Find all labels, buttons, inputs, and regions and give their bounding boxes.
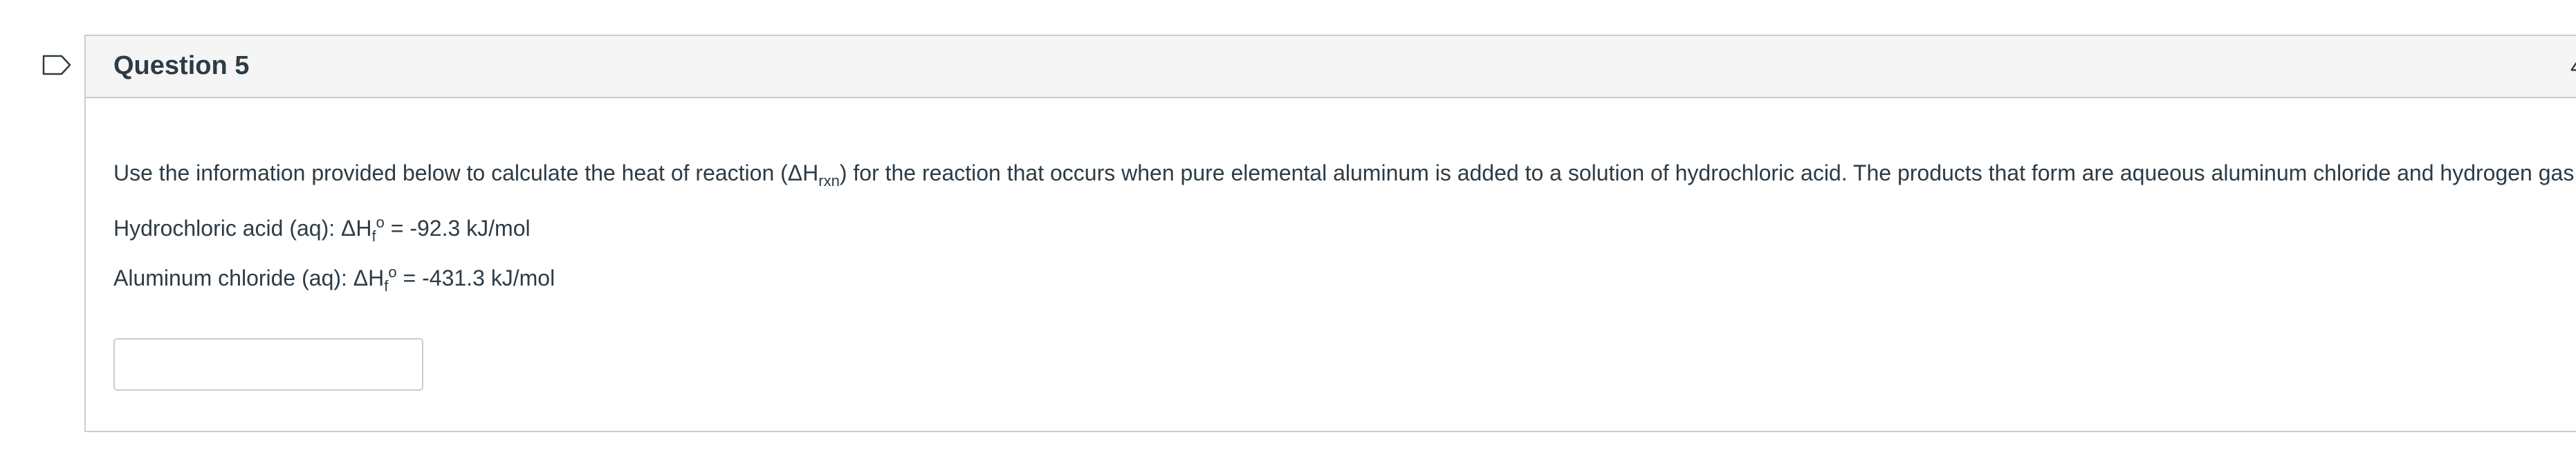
delta-symbol: Δ bbox=[787, 160, 803, 185]
prompt-text-before: Use the information provided below to ca… bbox=[113, 160, 788, 185]
question-points: 4 bbox=[2570, 54, 2576, 81]
data-label: Aluminum chloride (aq): bbox=[113, 266, 353, 290]
delta-symbol: Δ bbox=[353, 266, 369, 290]
standard-superscript: o bbox=[388, 263, 397, 281]
question-prompt: Use the information provided below to ca… bbox=[113, 159, 2576, 195]
answer-input[interactable] bbox=[113, 338, 423, 391]
prompt-text-after: ) for the reaction that occurs when pure… bbox=[839, 160, 2576, 185]
data-value: = -431.3 kJ/mol bbox=[396, 266, 555, 290]
delta-symbol: Δ bbox=[341, 216, 356, 241]
flag-question-icon[interactable] bbox=[42, 54, 72, 76]
standard-superscript: o bbox=[376, 214, 385, 231]
data-line-aluminum-chloride: Aluminum chloride (aq): ΔHfo = -431.3 kJ… bbox=[113, 259, 555, 300]
data-line-hydrochloric-acid: Hydrochloric acid (aq): ΔHfo = -92.3 kJ/… bbox=[113, 209, 531, 250]
enthalpy-h: H bbox=[368, 266, 385, 290]
data-value: = -92.3 kJ/mol bbox=[384, 216, 531, 241]
enthalpy-h: H bbox=[802, 160, 819, 185]
rxn-subscript: rxn bbox=[818, 172, 840, 189]
enthalpy-h: H bbox=[356, 216, 372, 241]
question-title: Question 5 bbox=[113, 51, 250, 80]
question-header: Question 5 4 bbox=[86, 36, 2576, 98]
question-card: Question 5 4 Use the information provide… bbox=[84, 35, 2576, 432]
data-label: Hydrochloric acid (aq): bbox=[113, 216, 341, 241]
